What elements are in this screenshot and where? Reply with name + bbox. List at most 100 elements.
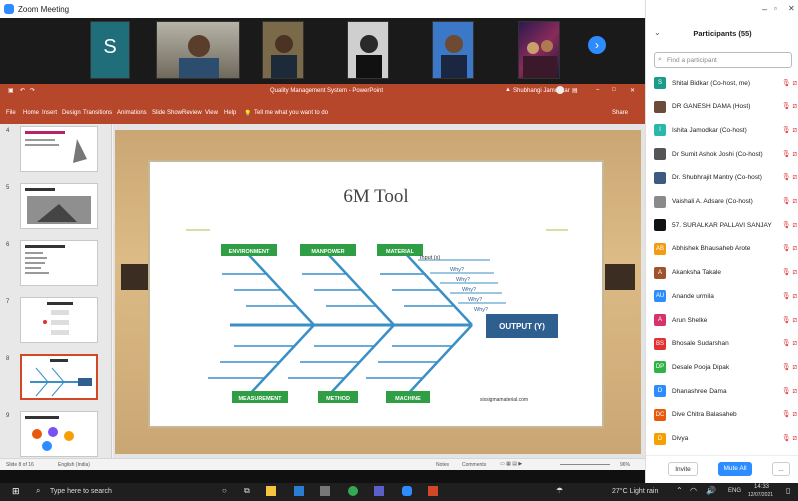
tab-animations[interactable]: Animations: [117, 110, 147, 116]
invite-button[interactable]: Invite: [668, 462, 698, 476]
slide-thumbnail[interactable]: [20, 240, 98, 286]
tab-insert[interactable]: Insert: [42, 110, 57, 116]
video-tile[interactable]: [518, 21, 560, 79]
slide-thumbnail[interactable]: [20, 126, 98, 172]
tab-home[interactable]: Home: [23, 110, 39, 116]
maximize-icon[interactable]: ▫: [774, 4, 777, 13]
muted-mic-icon[interactable]: 🎙︎ ⧄: [782, 150, 797, 159]
slide-thumbnail[interactable]: [20, 297, 98, 343]
participant-row[interactable]: D Dhanashree Dama 🎙︎ ⧄: [654, 380, 797, 402]
participant-row[interactable]: 57. SURALKAR PALLAVI SANJAY 🎙︎ ⧄: [654, 214, 797, 236]
video-tile[interactable]: [156, 21, 240, 79]
tab-file[interactable]: File: [6, 110, 16, 116]
close-icon[interactable]: ✕: [788, 4, 795, 13]
volume-icon[interactable]: 🔊: [706, 486, 716, 495]
muted-mic-icon[interactable]: 🎙︎ ⧄: [782, 434, 797, 443]
muted-mic-icon[interactable]: 🎙︎ ⧄: [782, 197, 797, 206]
video-tile-initial[interactable]: S: [90, 21, 130, 79]
share-button[interactable]: Share: [612, 110, 628, 116]
muted-mic-icon[interactable]: 🎙︎ ⧄: [782, 316, 797, 325]
participant-row[interactable]: DC Dive Chitra Balasaheb 🎙︎ ⧄: [654, 404, 797, 426]
participant-row[interactable]: BS Bhosale Sudarshan 🎙︎ ⧄: [654, 333, 797, 355]
tab-design[interactable]: Design: [62, 110, 81, 116]
slide-thumbnail[interactable]: [20, 183, 98, 229]
redo-icon[interactable]: ↷: [30, 87, 35, 94]
ribbon-display-icon[interactable]: ▤: [572, 87, 578, 94]
participant-row[interactable]: DP Desale Pooja Dipak 🎙︎ ⧄: [654, 356, 797, 378]
tab-help[interactable]: Help: [224, 110, 236, 116]
zoom-slider[interactable]: [560, 464, 610, 465]
participant-row[interactable]: AU Anande urmila 🎙︎ ⧄: [654, 285, 797, 307]
view-buttons-icon[interactable]: ▭ ▦ ▤ ▶: [500, 461, 522, 467]
gallery-next-button[interactable]: ›: [588, 36, 606, 54]
minimize-icon[interactable]: –: [596, 87, 599, 93]
muted-mic-icon[interactable]: 🎙︎ ⧄: [782, 268, 797, 277]
teams-icon[interactable]: [374, 486, 384, 496]
task-view-icon[interactable]: ⧉: [244, 486, 250, 496]
participant-name: Abhishek Bhausaheb Arote: [672, 245, 751, 253]
notes-button[interactable]: Notes: [436, 462, 449, 468]
muted-mic-icon[interactable]: 🎙︎ ⧄: [782, 410, 797, 419]
participant-row[interactable]: DR GANESH DAMA (Host) 🎙︎ ⧄: [654, 96, 797, 118]
comments-button[interactable]: Comments: [462, 462, 486, 468]
mute-all-button[interactable]: Mute All: [718, 462, 752, 476]
weather-text[interactable]: 27°C Light rain: [612, 488, 658, 495]
cortana-icon[interactable]: ○: [222, 486, 227, 495]
zoom-taskbar-icon[interactable]: [402, 486, 412, 496]
close-icon[interactable]: ✕: [630, 87, 635, 94]
slide-thumbnails[interactable]: 4 5 6 7 8 9: [0, 124, 112, 458]
tab-review[interactable]: Review: [182, 110, 202, 116]
participant-row[interactable]: Vaishali A. Adsare (Co-host) 🎙︎ ⧄: [654, 191, 797, 213]
save-icon[interactable]: ▣: [8, 87, 14, 94]
file-explorer-icon[interactable]: [266, 486, 276, 496]
word-icon[interactable]: [294, 486, 304, 496]
muted-mic-icon[interactable]: 🎙︎ ⧄: [782, 79, 797, 88]
chrome-icon[interactable]: [348, 486, 358, 496]
clock-date[interactable]: 12/07/2021: [748, 492, 773, 498]
muted-mic-icon[interactable]: 🎙︎ ⧄: [782, 363, 797, 372]
network-icon[interactable]: ◠: [690, 486, 697, 495]
slide-thumbnail[interactable]: [20, 411, 98, 457]
zoom-level[interactable]: 96%: [620, 462, 630, 468]
tab-slide-show[interactable]: Slide Show: [152, 110, 182, 116]
participant-row[interactable]: I Ishita Jamodkar (Co-host) 🎙︎ ⧄: [654, 119, 797, 141]
participant-row[interactable]: Dr. Shubhrajit Mantry (Co-host) 🎙︎ ⧄: [654, 167, 797, 189]
minimize-icon[interactable]: –: [762, 4, 767, 14]
input-language[interactable]: ENG: [728, 488, 741, 494]
participant-row[interactable]: Dr Sumit Ashok Joshi (Co-host) 🎙︎ ⧄: [654, 143, 797, 165]
muted-mic-icon[interactable]: 🎙︎ ⧄: [782, 387, 797, 396]
participant-search-input[interactable]: ⌕ Find a participant: [654, 52, 792, 68]
muted-mic-icon[interactable]: 🎙︎ ⧄: [782, 126, 797, 135]
taskbar-search-box[interactable]: Type here to search: [50, 488, 112, 495]
participant-row[interactable]: AB Abhishek Bhausaheb Arote 🎙︎ ⧄: [654, 238, 797, 260]
powerpoint-taskbar-icon[interactable]: [428, 486, 438, 496]
muted-mic-icon[interactable]: 🎙︎ ⧄: [782, 292, 797, 301]
more-options-button[interactable]: ...: [772, 462, 790, 476]
muted-mic-icon[interactable]: 🎙︎ ⧄: [782, 173, 797, 182]
user-avatar[interactable]: [556, 86, 564, 94]
tray-chevron-icon[interactable]: ⌃: [676, 486, 683, 495]
video-tile[interactable]: [347, 21, 389, 79]
tell-me-box[interactable]: Tell me what you want to do: [254, 110, 328, 116]
windows-start-icon[interactable]: ⊞: [12, 486, 20, 497]
store-icon[interactable]: [320, 486, 330, 496]
notifications-icon[interactable]: ▯: [786, 486, 790, 495]
tab-view[interactable]: View: [205, 110, 218, 116]
clock-time[interactable]: 14:33: [754, 484, 769, 490]
participant-row[interactable]: A Akanksha Takale 🎙︎ ⧄: [654, 262, 797, 284]
muted-mic-icon[interactable]: 🎙︎ ⧄: [782, 339, 797, 348]
muted-mic-icon[interactable]: 🎙︎ ⧄: [782, 221, 797, 230]
maximize-icon[interactable]: □: [612, 87, 616, 93]
muted-mic-icon[interactable]: 🎙︎ ⧄: [782, 244, 797, 253]
participant-row[interactable]: S Shital Bidkar (Co-host, me) 🎙︎ ⧄: [654, 72, 797, 94]
muted-mic-icon[interactable]: 🎙︎ ⧄: [782, 102, 797, 111]
participant-row[interactable]: D Divya 🎙︎ ⧄: [654, 428, 797, 450]
video-tile[interactable]: [432, 21, 474, 79]
current-slide[interactable]: 6M Tool ENVIRONMENT MANPOWER MATERIAL ME…: [148, 160, 604, 428]
undo-icon[interactable]: ↶: [20, 87, 25, 94]
language-status[interactable]: English (India): [58, 462, 90, 468]
slide-thumbnail-selected[interactable]: [20, 354, 98, 400]
tab-transitions[interactable]: Transitions: [83, 110, 112, 116]
participant-row[interactable]: A Arun Shelke 🎙︎ ⧄: [654, 309, 797, 331]
video-tile[interactable]: [262, 21, 304, 79]
